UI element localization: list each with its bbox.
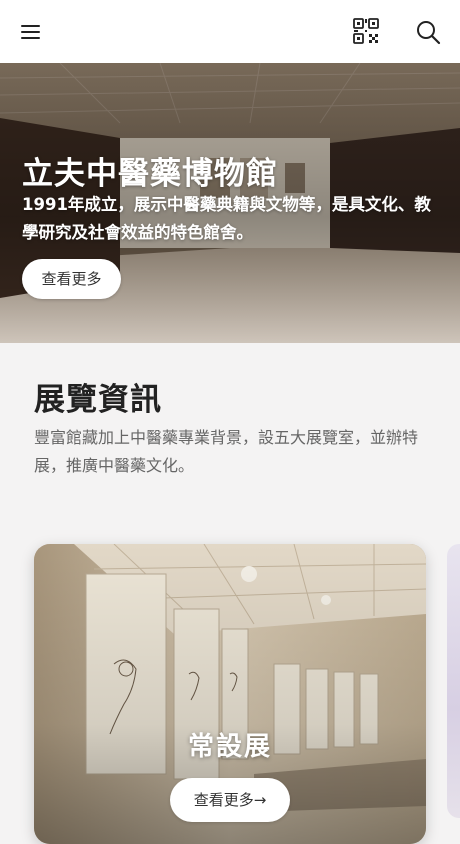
hero-view-more-button[interactable]: 查看更多 xyxy=(22,259,121,299)
search-icon xyxy=(417,21,441,45)
search-button[interactable] xyxy=(414,18,442,46)
exhibition-card-view-more-button[interactable]: 查看更多→ xyxy=(170,778,290,822)
hero-banner: 立夫中醫藥博物館 1991年成立，展示中醫藥典籍與文物等，是具文化、教學研究及社… xyxy=(0,63,460,343)
hamburger-menu-icon-line xyxy=(21,37,40,39)
menu-button[interactable] xyxy=(18,20,46,44)
hero-description: 1991年成立，展示中醫藥典籍與文物等，是具文化、教學研究及社會效益的特色館舍。 xyxy=(22,195,431,242)
qr-code-button[interactable] xyxy=(352,17,380,45)
qr-code-icon xyxy=(353,18,379,44)
exhibition-card-title: 常設展 xyxy=(187,732,272,762)
hero-title: 立夫中醫藥博物館 xyxy=(22,156,278,192)
top-app-bar xyxy=(0,0,460,63)
section-title: 展覽資訊 xyxy=(34,382,162,418)
hamburger-menu-icon xyxy=(21,25,40,27)
exhibition-card[interactable]: 常設展 查看更多→ xyxy=(34,544,426,844)
next-card-peek[interactable] xyxy=(447,544,460,818)
hamburger-menu-icon-line xyxy=(21,31,40,33)
section-description: 豐富館藏加上中醫藥專業背景，設五大展覽室，並辦特展，推廣中醫藥文化。 xyxy=(34,428,419,475)
